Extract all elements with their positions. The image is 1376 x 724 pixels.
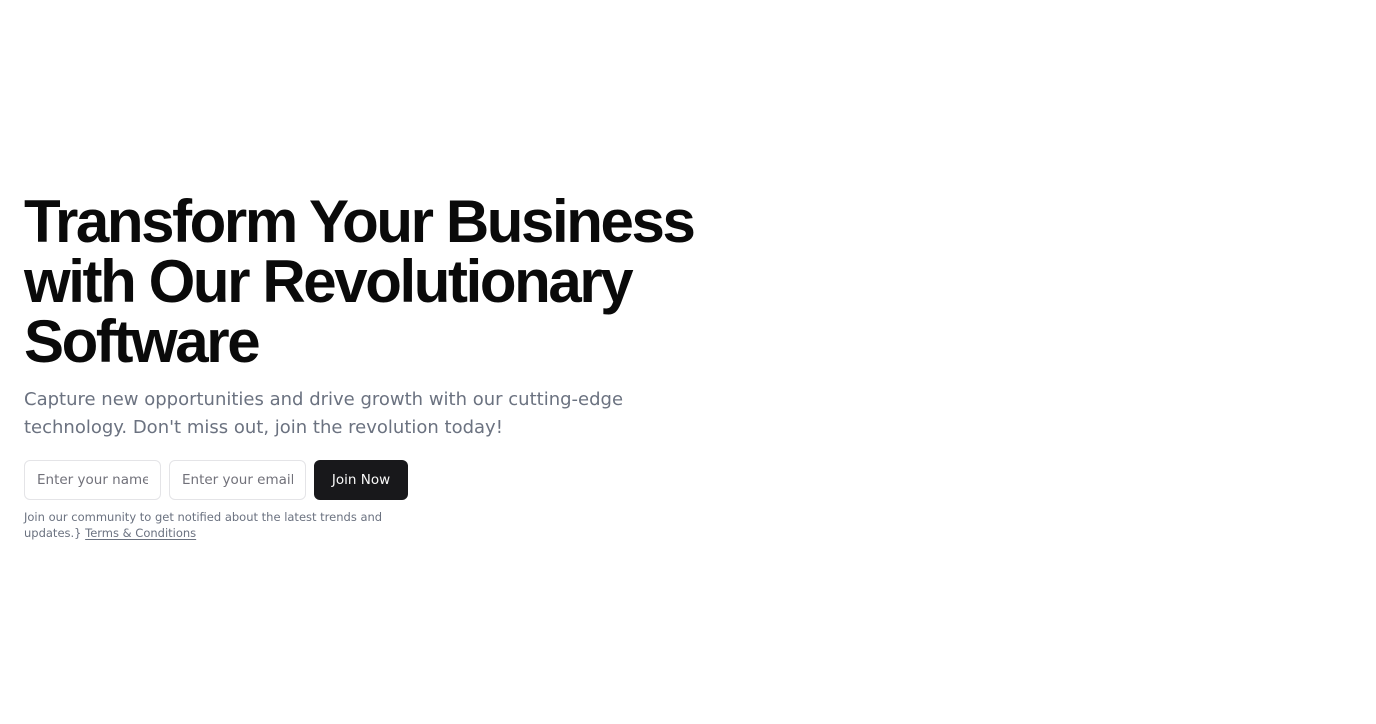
hero-headline: Transform Your Business with Our Revolut… — [24, 188, 696, 375]
terms-link[interactable]: Terms & Conditions — [85, 526, 196, 540]
hero-section: Transform Your Business with Our Revolut… — [24, 192, 724, 541]
join-now-button[interactable]: Join Now — [314, 460, 408, 500]
signup-form: Join Now — [24, 460, 724, 500]
footnote-text: Join our community to get notified about… — [24, 510, 383, 540]
hero-subtitle: Capture new opportunities and drive grow… — [24, 389, 624, 438]
signup-footnote: Join our community to get notified about… — [24, 509, 394, 541]
email-input[interactable] — [169, 460, 306, 500]
name-input[interactable] — [24, 460, 161, 500]
